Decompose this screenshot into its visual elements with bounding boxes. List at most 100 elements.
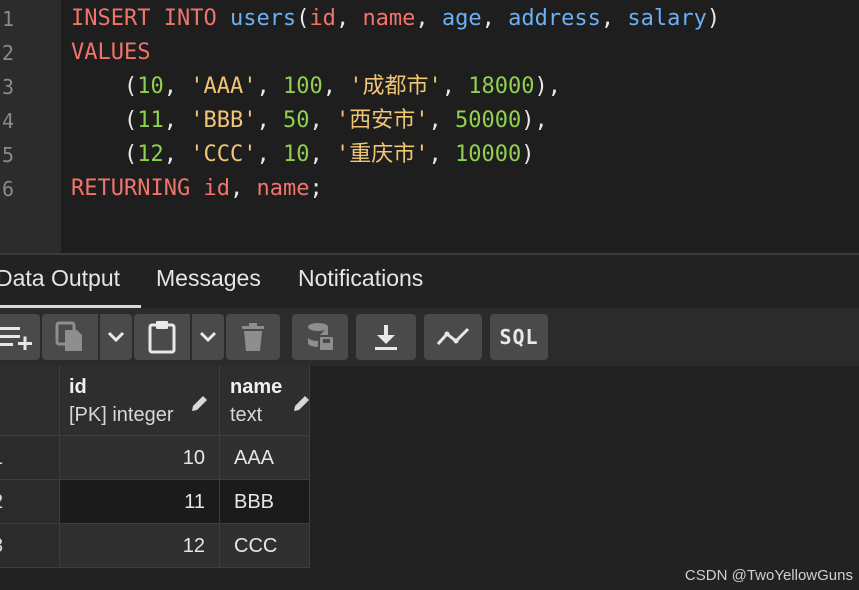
table-cell-name[interactable]: CCC (220, 524, 310, 568)
save-data-button[interactable] (292, 314, 348, 360)
code-line: INSERT INTO users(id, name, age, address… (71, 2, 720, 36)
column-type: text (230, 404, 263, 426)
code-token: , (600, 6, 628, 31)
download-button[interactable] (356, 314, 416, 360)
chevron-down-icon (199, 331, 217, 343)
sql-label: SQL (499, 325, 539, 349)
query-tool-window: 1 2 3 4 5 6 INSERT INTO users(id, name, … (0, 0, 859, 590)
sql-button[interactable]: SQL (490, 314, 548, 360)
column-name: id (69, 376, 87, 398)
add-row-icon (0, 327, 32, 350)
code-token: ; (309, 176, 323, 201)
code-token: , (441, 74, 469, 99)
code-token: 'AAA' (190, 74, 257, 99)
code-token: 10000 (454, 142, 522, 167)
code-token: ( (71, 74, 138, 99)
code-token: , (163, 142, 191, 167)
code-token: id (309, 6, 336, 31)
code-line: (10, 'AAA', 100, '成都市', 18000), (71, 70, 561, 104)
code-token: , (322, 74, 350, 99)
code-token: ) (706, 6, 721, 31)
code-token: , (256, 74, 283, 99)
delete-row-button[interactable] (226, 314, 280, 360)
code-token: , (335, 6, 363, 31)
code-token: ( (296, 6, 310, 31)
table-cell-id[interactable]: 12 (60, 524, 220, 568)
code-token: 'CCC' (190, 142, 257, 167)
paste-button[interactable] (134, 314, 190, 360)
data-output-toolbar: SQL (0, 308, 859, 366)
code-token: , (163, 74, 191, 99)
code-token: salary (627, 6, 707, 31)
watermark: CSDN @TwoYellowGuns (684, 567, 853, 584)
code-token: 18000 (468, 74, 535, 99)
code-token: , (256, 142, 283, 167)
edit-pencil-icon[interactable] (292, 393, 310, 413)
code-token: 50 (282, 108, 310, 133)
code-line: (12, 'CCC', 10, '重庆市', 10000) (71, 138, 534, 172)
column-name: name (230, 376, 283, 398)
table-cell-name[interactable]: AAA (220, 436, 310, 480)
code-token: name (362, 6, 416, 31)
line-number: 6 (2, 177, 15, 201)
table-cell-id[interactable]: 10 (60, 436, 220, 480)
code-token: 10 (282, 142, 310, 167)
chevron-down-icon (107, 331, 125, 343)
tab-messages[interactable]: Messages (156, 265, 261, 292)
column-type: [PK] integer (69, 404, 174, 426)
code-token: '西安市' (335, 108, 429, 133)
code-token: , (309, 142, 336, 167)
column-header-id[interactable]: id [PK] integer (60, 366, 220, 436)
line-number: 2 (2, 41, 15, 65)
line-number: 3 (2, 75, 15, 99)
paste-options-dropdown[interactable] (192, 314, 224, 360)
table-cell-name[interactable]: BBB (220, 480, 310, 524)
download-icon (375, 325, 397, 350)
line-number-gutter: 1 2 3 4 5 6 (0, 0, 61, 254)
code-token: 12 (137, 142, 164, 167)
copy-options-dropdown[interactable] (100, 314, 132, 360)
row-number[interactable]: 1 (0, 436, 60, 480)
code-token: VALUES (71, 40, 151, 65)
code-token: address (508, 6, 601, 31)
tab-notifications[interactable]: Notifications (298, 265, 423, 292)
copy-icon (55, 321, 82, 351)
code-token: name (256, 176, 310, 201)
code-token: '成都市' (349, 74, 442, 99)
code-token: , (229, 176, 257, 201)
add-row-button[interactable] (0, 314, 40, 360)
code-token: 11 (137, 108, 164, 133)
code-token: 10 (137, 74, 164, 99)
line-number: 5 (2, 143, 15, 167)
edit-pencil-icon[interactable] (190, 393, 210, 413)
code-token: , (163, 108, 191, 133)
row-number[interactable]: 2 (0, 480, 60, 524)
code-token: , (428, 142, 455, 167)
tab-data-output[interactable]: Data Output (0, 265, 120, 292)
delete-icon (242, 323, 264, 351)
copy-button[interactable] (42, 314, 98, 360)
code-token: id (203, 176, 230, 201)
sql-editor[interactable]: 1 2 3 4 5 6 INSERT INTO users(id, name, … (0, 0, 859, 255)
save-data-icon (308, 323, 333, 350)
row-number[interactable]: 3 (0, 524, 60, 568)
code-token: RETURNING (71, 176, 204, 201)
code-token: 50000 (454, 108, 522, 133)
code-token: INSERT INTO (71, 6, 230, 31)
code-token: ), (521, 108, 548, 133)
code-token: , (481, 6, 509, 31)
table-cell-id[interactable]: 11 (60, 480, 220, 524)
code-token: , (415, 6, 442, 31)
code-token: , (256, 108, 283, 133)
result-tabs: Data Output Messages Notifications (0, 255, 859, 308)
code-line: (11, 'BBB', 50, '西安市', 50000), (71, 104, 548, 138)
code-token: ), (534, 74, 561, 99)
line-number: 1 (2, 7, 15, 31)
code-token: age (441, 6, 482, 31)
graph-visualiser-button[interactable] (424, 314, 482, 360)
code-token: , (309, 108, 336, 133)
code-token: ) (521, 142, 535, 167)
paste-icon (148, 321, 176, 354)
column-header-name[interactable]: name text (220, 366, 310, 436)
code-token: , (428, 108, 455, 133)
